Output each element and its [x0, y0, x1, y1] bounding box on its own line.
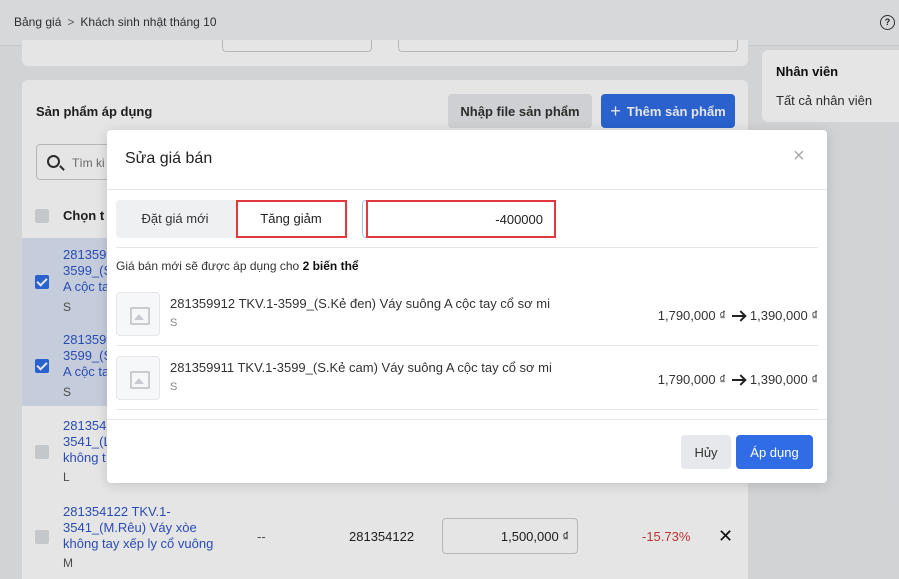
- new-price: 1,390,000 ₫: [749, 372, 818, 387]
- variant-name: 281359911 TKV.1-3599_(S.Kẻ cam) Váy suôn…: [170, 360, 552, 375]
- old-price: 1,790,000 ₫: [657, 372, 726, 387]
- edit-price-modal: Sửa giá bán × Đặt giá mới Tăng giảm Giá …: [107, 130, 827, 483]
- modal-divider: [107, 189, 827, 190]
- price-change: 1,790,000 ₫ 1,390,000 ₫: [658, 308, 818, 323]
- old-price: 1,790,000 ₫: [657, 308, 726, 323]
- close-icon[interactable]: ×: [793, 146, 805, 166]
- arrow-right-icon: [731, 378, 744, 381]
- cancel-button[interactable]: Hủy: [681, 435, 731, 469]
- highlight-box-tab: [236, 200, 347, 238]
- tab-set-new-price[interactable]: Đặt giá mới: [116, 200, 234, 238]
- variant-size: S: [170, 317, 178, 329]
- variant-row: 281359912 TKV.1-3599_(S.Kẻ đen) Váy suôn…: [116, 284, 818, 346]
- variant-row: 281359911 TKV.1-3599_(S.Kẻ cam) Váy suôn…: [116, 348, 818, 410]
- modal-divider: [116, 247, 818, 248]
- image-placeholder-icon: [116, 356, 160, 400]
- apply-note: Giá bán mới sẽ được áp dụng cho 2 biến t…: [116, 259, 359, 273]
- arrow-right-icon: [731, 314, 744, 317]
- variant-size: S: [170, 381, 178, 393]
- variant-name: 281359912 TKV.1-3599_(S.Kẻ đen) Váy suôn…: [170, 296, 550, 311]
- image-placeholder-icon: [116, 292, 160, 336]
- price-change: 1,790,000 ₫ 1,390,000 ₫: [658, 372, 818, 387]
- apply-note-count: 2 biến thể: [302, 259, 359, 273]
- highlight-box-amount: [366, 200, 556, 238]
- apply-button[interactable]: Áp dụng: [736, 435, 813, 469]
- new-price: 1,390,000 ₫: [749, 308, 818, 323]
- modal-footer-divider: [107, 419, 827, 420]
- modal-title: Sửa giá bán: [125, 150, 213, 167]
- apply-note-text: Giá bán mới sẽ được áp dụng cho: [116, 259, 300, 273]
